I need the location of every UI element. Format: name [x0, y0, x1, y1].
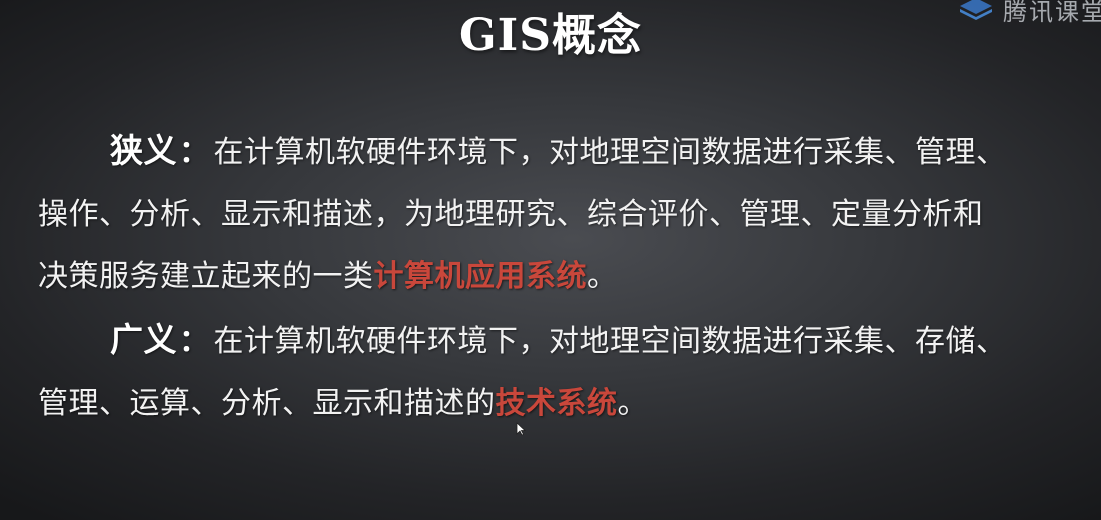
narrow-term: 狭义 [110, 131, 177, 170]
narrow-line-1: 狭义： 在计算机软硬件环境下，对地理空间数据进行采集、管理、 [38, 120, 1078, 184]
broad-text-2: 管理、运算、分析、显示和描述的 [38, 386, 496, 421]
broad-text-1: 在计算机软硬件环境下，对地理空间数据进行采集、存储、 [213, 324, 1007, 359]
narrow-text-2: 操作、分析、显示和描述，为地理研究、综合评价、管理、定量分析和 [38, 197, 984, 232]
narrow-text-3: 决策服务建立起来的一类 [38, 259, 374, 294]
broad-term: 广义 [110, 320, 177, 359]
narrow-definition: 狭义： 在计算机软硬件环境下，对地理空间数据进行采集、管理、 操作、分析、显示和描… [38, 120, 1078, 308]
narrow-end: 。 [587, 259, 618, 294]
broad-colon: ： [179, 324, 210, 359]
broad-highlight: 技术系统 [495, 386, 618, 421]
mouse-pointer-icon [516, 422, 526, 436]
slide-title: GIS概念 [459, 10, 642, 61]
broad-line-1: 广义： 在计算机软硬件环境下，对地理空间数据进行采集、存储、 [38, 309, 1078, 373]
narrow-colon: ： [179, 135, 210, 170]
narrow-highlight: 计算机应用系统 [373, 259, 587, 294]
narrow-line-3: 决策服务建立起来的一类计算机应用系统。 [38, 246, 1078, 308]
presentation-slide: 腾讯课堂 GIS概念 狭义： 在计算机软硬件环境下，对地理空间数据进行采集、管理、… [0, 0, 1101, 520]
broad-definition: 广义： 在计算机软硬件环境下，对地理空间数据进行采集、存储、 管理、运算、分析、显… [38, 309, 1078, 435]
narrow-text-1: 在计算机软硬件环境下，对地理空间数据进行采集、管理、 [213, 135, 1007, 170]
narrow-line-2: 操作、分析、显示和描述，为地理研究、综合评价、管理、定量分析和 [38, 184, 1078, 246]
broad-line-2: 管理、运算、分析、显示和描述的技术系统。 [38, 373, 1078, 435]
broad-end: 。 [617, 386, 648, 421]
